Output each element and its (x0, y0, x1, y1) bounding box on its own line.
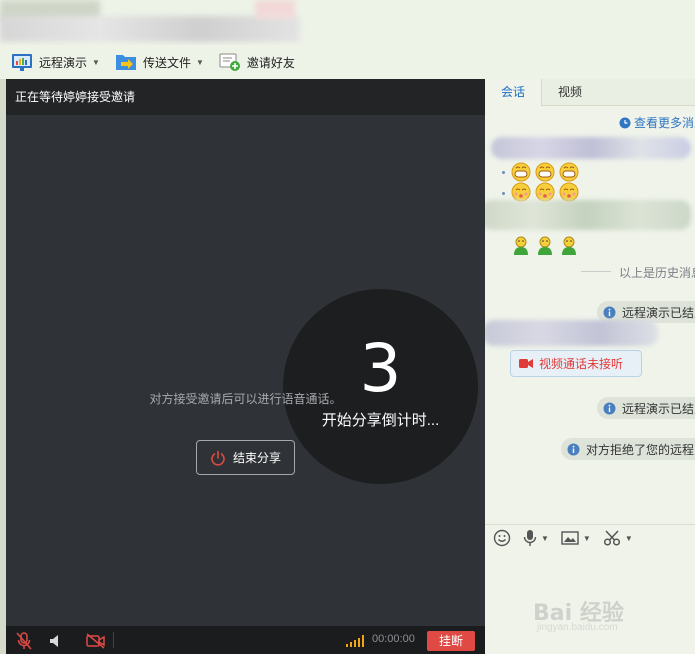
image-icon (561, 531, 579, 545)
chevron-down-icon: ▼ (582, 533, 591, 543)
emoji-kiss-row (510, 182, 582, 202)
blurred-sender (485, 320, 658, 346)
mic-muted-icon[interactable] (14, 631, 34, 651)
remote-demo-button[interactable]: 远程演示 ▼ (10, 48, 100, 76)
system-message: 对方拒绝了您的远程 (561, 438, 695, 460)
blurred-decoration (255, 0, 295, 18)
info-icon (567, 443, 580, 456)
bullet-dot (502, 171, 505, 174)
tab-conversation[interactable]: 会话 (485, 79, 543, 106)
watermark-url: jingyan.baidu.com (537, 622, 618, 633)
more-messages-label: 查看更多消息 (634, 116, 695, 130)
power-icon (210, 450, 226, 466)
divider (113, 632, 114, 648)
bullet-dot (502, 192, 505, 195)
hangup-button[interactable]: 挂断 (427, 631, 475, 651)
info-icon (603, 306, 616, 319)
message-input-area[interactable]: ▼ ▼ ▼ (485, 524, 695, 654)
more-messages-link[interactable]: 查看更多消息 (619, 114, 695, 131)
grin-emoji-icon (559, 162, 579, 182)
emoji-button[interactable] (493, 529, 511, 547)
microphone-icon (523, 530, 537, 546)
video-camera-icon (519, 358, 533, 369)
title-bar (0, 0, 695, 45)
speaker-icon[interactable] (46, 631, 66, 651)
send-file-button[interactable]: 传送文件 ▼ (114, 48, 204, 76)
end-share-button[interactable]: 结束分享 (196, 440, 295, 475)
camera-off-icon[interactable] (86, 631, 106, 651)
voice-button[interactable]: ▼ (523, 529, 549, 547)
chevron-down-icon: ▼ (624, 533, 633, 543)
grin-emoji-icon (535, 162, 555, 182)
green-figure-icon (538, 236, 552, 255)
invite-friend-icon (218, 51, 242, 73)
call-timer: 00:00:00 (372, 633, 415, 645)
end-share-label: 结束分享 (232, 451, 281, 465)
invite-friend-label: 邀请好友 (246, 55, 295, 70)
call-controls: 00:00:00 挂断 (6, 626, 485, 654)
chevron-down-icon: ▼ (195, 57, 204, 67)
share-panel: 正在等待婷婷接受邀请 3 开始分享倒计时... 对方接受邀请后可以进行语音通话。… (6, 79, 485, 654)
screenshot-button[interactable]: ▼ (603, 529, 633, 547)
send-file-icon (114, 51, 138, 73)
green-figure-icon (514, 236, 528, 255)
system-message-text: 远程演示已结束 (622, 401, 695, 416)
green-figure-icon (562, 236, 576, 255)
chat-tabs: 会话 视频 (485, 79, 695, 106)
blurred-sender (491, 137, 691, 159)
chevron-down-icon: ▼ (541, 533, 549, 543)
system-message-text: 对方拒绝了您的远程 (586, 442, 695, 457)
image-button[interactable]: ▼ (561, 530, 591, 546)
countdown-circle: 3 开始分享倒计时... (283, 289, 478, 484)
remote-demo-label: 远程演示 (39, 55, 88, 70)
tab-video[interactable]: 视频 (542, 79, 598, 106)
missed-video-call-label: 视频通话未接听 (539, 357, 624, 371)
system-message-text: 远程演示已结束 (622, 305, 695, 320)
system-message: 远程演示已结束 (597, 397, 695, 419)
emoji-grin-row (510, 162, 582, 182)
signal-strength-icon (346, 635, 366, 647)
blurred-contact-name (0, 16, 300, 42)
history-label: 以上是历史消息 (619, 266, 695, 280)
grin-emoji-icon (511, 162, 531, 182)
blurred-sender (485, 200, 691, 230)
scissors-icon (603, 530, 620, 546)
emoji-figure-row (510, 236, 582, 256)
missed-video-call[interactable]: 视频通话未接听 (510, 350, 642, 377)
status-header: 正在等待婷婷接受邀请 (6, 79, 485, 115)
smiley-icon (493, 529, 511, 547)
invite-friend-button[interactable]: 邀请好友 (218, 48, 295, 76)
input-toolbar: ▼ ▼ ▼ (493, 529, 645, 547)
remote-demo-icon (10, 51, 34, 73)
clock-icon (619, 117, 631, 129)
kiss-emoji-icon (559, 182, 579, 202)
history-divider (581, 271, 611, 272)
chevron-down-icon: ▼ (92, 57, 100, 67)
chat-panel: 会话 视频 查看更多消息 以上是历史消息 远程演示已结束 视频通话未接听 (485, 79, 695, 654)
send-file-label: 传送文件 (142, 55, 191, 70)
kiss-emoji-icon (535, 182, 555, 202)
kiss-emoji-icon (511, 182, 531, 202)
voice-hint: 对方接受邀请后可以进行语音通话。 (149, 392, 342, 406)
toolbar: 远程演示 ▼ 传送文件 ▼ 邀请好友 (0, 45, 695, 79)
countdown-caption: 开始分享倒计时... (321, 412, 440, 429)
info-icon (603, 402, 616, 415)
